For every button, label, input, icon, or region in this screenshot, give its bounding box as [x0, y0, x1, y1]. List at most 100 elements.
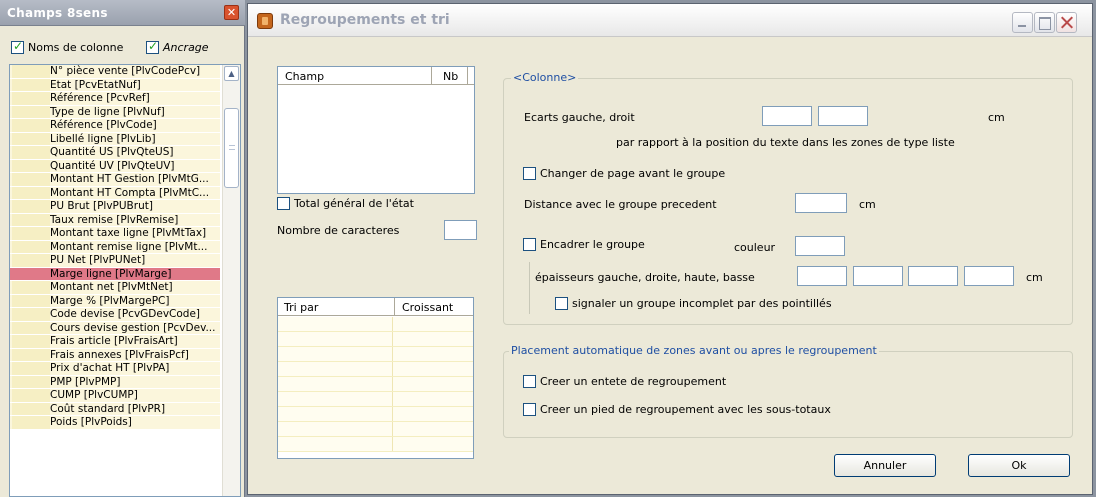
sort-grid-row[interactable] — [278, 347, 473, 362]
sort-ascending-cell[interactable] — [393, 377, 473, 391]
field-list-item[interactable]: Montant remise ligne [PlvMt... — [10, 240, 220, 254]
char-count-input[interactable] — [444, 220, 477, 240]
field-list-item[interactable]: Quantité US [PlvQteUS] — [10, 146, 220, 160]
field-list-item[interactable]: Montant net [PlvMtNet] — [10, 281, 220, 295]
thickness-left-input[interactable] — [797, 266, 847, 286]
sort-ascending-cell[interactable] — [393, 332, 473, 346]
frame-group-checkbox[interactable]: Encadrer le groupe — [523, 238, 645, 251]
group-footer-checkbox[interactable]: Creer un pied de regroupement avec les s… — [523, 403, 831, 416]
field-list-item[interactable]: Poids [PlvPoids] — [10, 416, 220, 430]
field-list-item[interactable]: PU Net [PlvPUNet] — [10, 254, 220, 268]
field-list-item-margin — [12, 119, 50, 132]
checkbox-unchecked-icon[interactable] — [277, 197, 290, 210]
ok-button[interactable]: Ok — [968, 454, 1070, 477]
checkbox-unchecked-icon[interactable] — [523, 375, 536, 388]
field-list-item[interactable]: Libellé ligne [PlvLib] — [10, 132, 220, 146]
sort-ascending-cell[interactable] — [393, 362, 473, 376]
checkbox-checked-icon[interactable] — [146, 39, 159, 54]
sort-grid-row[interactable] — [278, 332, 473, 347]
checkbox-unchecked-icon[interactable] — [523, 167, 536, 180]
sort-field-cell[interactable] — [278, 317, 393, 331]
field-list-item[interactable]: PU Brut [PlvPUBrut] — [10, 200, 220, 214]
show-column-names-checkbox[interactable]: Noms de colonne — [11, 39, 123, 55]
sort-grid-row[interactable] — [278, 377, 473, 392]
sort-field-cell[interactable] — [278, 392, 393, 406]
sort-field-cell[interactable] — [278, 362, 393, 376]
sort-field-cell[interactable] — [278, 332, 393, 346]
field-list-item[interactable]: Quantité UV [PlvQteUV] — [10, 159, 220, 173]
column-header-field[interactable]: Champ — [285, 70, 324, 83]
field-list-item[interactable]: Type de ligne [PlvNuf] — [10, 105, 220, 119]
sort-ascending-cell[interactable] — [393, 317, 473, 331]
field-list-item[interactable]: Taux remise [PlvRemise] — [10, 213, 220, 227]
anchoring-checkbox[interactable]: Ancrage — [146, 39, 209, 55]
field-list-item-margin — [12, 186, 50, 199]
thickness-top-input[interactable] — [908, 266, 958, 286]
fields-list-scrollbar[interactable]: ▲ — [222, 65, 240, 496]
sort-grid-row[interactable] — [278, 392, 473, 407]
column-header-sort-by[interactable]: Tri par — [284, 301, 318, 314]
column-header-ascending[interactable]: Croissant — [402, 301, 453, 314]
field-list-item[interactable]: Montant HT Compta [PlvMtC... — [10, 186, 220, 200]
field-list-item[interactable]: Marge ligne [PlvMarge] — [10, 267, 220, 281]
sort-field-cell[interactable] — [278, 437, 393, 451]
scrollbar-thumb[interactable] — [224, 108, 239, 188]
field-list-item[interactable]: Frais article [PlvFraisArt] — [10, 335, 220, 349]
sort-ascending-cell[interactable] — [393, 422, 473, 436]
sort-ascending-cell[interactable] — [393, 347, 473, 361]
field-list-item[interactable]: N° pièce vente [PlvCodePcv] — [10, 65, 220, 79]
thickness-right-input[interactable] — [853, 266, 903, 286]
sort-ascending-cell[interactable] — [393, 437, 473, 451]
column-header-nb[interactable]: Nb — [443, 70, 458, 83]
left-margin-input[interactable] — [762, 106, 812, 126]
minimize-button[interactable] — [1012, 12, 1033, 33]
right-margin-input[interactable] — [818, 106, 868, 126]
field-list-item[interactable]: PMP [PlvPMP] — [10, 375, 220, 389]
checkbox-unchecked-icon[interactable] — [555, 297, 568, 310]
fields-list-items: N° pièce vente [PlvCodePcv] Etat [PcvEtat… — [10, 65, 220, 430]
sort-grid-row[interactable] — [278, 362, 473, 377]
scroll-up-icon[interactable]: ▲ — [224, 66, 239, 81]
field-list-item[interactable]: Frais annexes [PlvFraisPcf] — [10, 348, 220, 362]
sort-field-cell[interactable] — [278, 422, 393, 436]
incomplete-group-checkbox[interactable]: signaler un groupe incomplet par des poi… — [555, 297, 832, 310]
field-list-item[interactable]: Coût standard [PlvPR] — [10, 402, 220, 416]
checkbox-unchecked-icon[interactable] — [523, 238, 536, 251]
field-list-item[interactable]: Référence [PlvCode] — [10, 119, 220, 133]
field-list-item[interactable]: Etat [PcvEtatNuf] — [10, 78, 220, 92]
sort-grid-row[interactable] — [278, 422, 473, 437]
sort-grid-row[interactable] — [278, 407, 473, 422]
sort-field-cell[interactable] — [278, 347, 393, 361]
group-fields-grid[interactable]: Champ Nb — [277, 66, 475, 194]
field-list-item[interactable]: Marge % [PlvMargePC] — [10, 294, 220, 308]
close-icon[interactable]: ✕ — [224, 5, 239, 20]
close-button[interactable] — [1056, 12, 1077, 33]
color-input[interactable] — [795, 236, 845, 256]
field-list-item-margin — [12, 132, 50, 145]
sort-field-cell[interactable] — [278, 407, 393, 421]
sort-grid[interactable]: Tri par Croissant — [277, 297, 474, 459]
sort-field-cell[interactable] — [278, 377, 393, 391]
field-list-item[interactable]: CUMP [PlvCUMP] — [10, 389, 220, 403]
grand-total-checkbox[interactable]: Total général de l'état — [277, 197, 414, 210]
maximize-button[interactable] — [1034, 12, 1055, 33]
sort-grid-row[interactable] — [278, 437, 473, 452]
field-list-item[interactable]: Référence [PcvRef] — [10, 92, 220, 106]
distance-input[interactable] — [795, 193, 847, 213]
sort-ascending-cell[interactable] — [393, 407, 473, 421]
sort-grid-row[interactable] — [278, 317, 473, 332]
page-break-checkbox[interactable]: Changer de page avant le groupe — [523, 167, 725, 180]
field-list-item[interactable]: Prix d'achat HT [PlvPA] — [10, 362, 220, 376]
group-header-checkbox[interactable]: Creer un entete de regroupement — [523, 375, 726, 388]
fields-list[interactable]: N° pièce vente [PlvCodePcv] Etat [PcvEtat… — [9, 64, 241, 497]
checkbox-unchecked-icon[interactable] — [523, 403, 536, 416]
thickness-bottom-input[interactable] — [964, 266, 1014, 286]
checkbox-checked-icon[interactable] — [11, 39, 24, 54]
field-list-item[interactable]: Montant taxe ligne [PlvMtTax] — [10, 227, 220, 241]
cancel-button[interactable]: Annuler — [834, 454, 936, 477]
field-list-item[interactable]: Code devise [PcvGDevCode] — [10, 308, 220, 322]
field-list-item[interactable]: Montant HT Gestion [PlvMtG... — [10, 173, 220, 187]
sort-ascending-cell[interactable] — [393, 392, 473, 406]
grip-icon — [229, 145, 235, 150]
field-list-item[interactable]: Cours devise gestion [PcvDev... — [10, 321, 220, 335]
